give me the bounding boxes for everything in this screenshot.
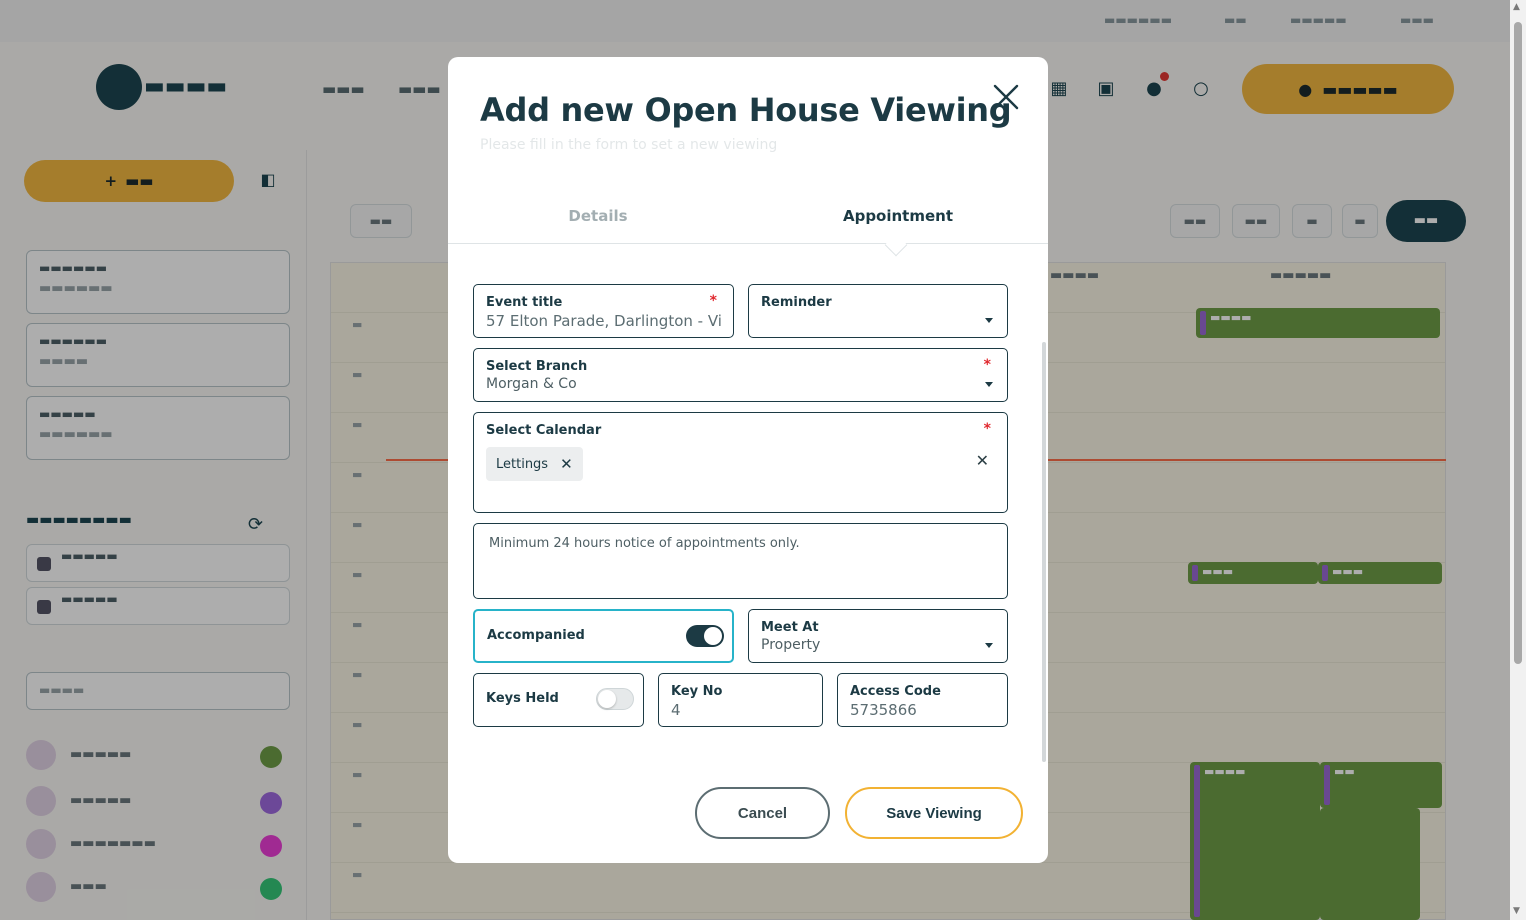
reminder-select[interactable]: Reminder xyxy=(748,284,1008,338)
modal-subtitle: Please fill in the form to set a new vie… xyxy=(480,137,778,153)
branch-select[interactable]: Select Branch * Morgan & Co xyxy=(473,348,1008,402)
reminder-label: Reminder xyxy=(761,295,832,310)
close-button[interactable] xyxy=(990,81,1022,113)
required-marker: * xyxy=(709,293,717,309)
key-no-label: Key No xyxy=(671,684,723,699)
access-code-field[interactable]: Access Code 5735866 xyxy=(837,673,1008,727)
accompanied-toggle[interactable] xyxy=(686,625,724,647)
calendar-label: Select Calendar xyxy=(486,423,602,438)
tab-appointment[interactable]: Appointment xyxy=(748,207,1048,225)
meet-at-select[interactable]: Meet At Property xyxy=(748,609,1008,663)
access-code-label: Access Code xyxy=(850,684,941,699)
required-marker: * xyxy=(983,357,991,373)
access-code-input[interactable]: 5735866 xyxy=(850,701,995,719)
scroll-up-icon[interactable]: ▲ xyxy=(1513,2,1520,12)
modal-title: Add new Open House Viewing xyxy=(480,91,1012,129)
required-marker: * xyxy=(983,421,991,437)
keys-held-toggle[interactable] xyxy=(596,688,634,710)
meet-at-value: Property xyxy=(761,637,821,653)
event-title-input[interactable]: 57 Elton Parade, Darlington - Viewing xyxy=(486,312,721,330)
branch-value: Morgan & Co xyxy=(486,376,577,392)
save-viewing-button[interactable]: Save Viewing xyxy=(845,787,1023,839)
notes-textarea[interactable]: Minimum 24 hours notice of appointments … xyxy=(473,523,1008,599)
tab-details[interactable]: Details xyxy=(448,207,748,225)
key-no-field[interactable]: Key No 4 xyxy=(658,673,823,727)
chevron-down-icon[interactable] xyxy=(985,318,993,323)
meet-at-label: Meet At xyxy=(761,620,819,635)
page-scrollbar-thumb[interactable] xyxy=(1514,22,1522,664)
calendar-select[interactable]: Select Calendar * Lettings ✕ ✕ xyxy=(473,412,1008,513)
event-title-field[interactable]: Event title * 57 Elton Parade, Darlingto… xyxy=(473,284,734,338)
modal-scrollbar[interactable] xyxy=(1042,342,1046,762)
cancel-button[interactable]: Cancel xyxy=(695,787,830,839)
chevron-down-icon[interactable] xyxy=(985,382,993,387)
calendar-chip: Lettings ✕ xyxy=(486,447,583,481)
chip-label: Lettings xyxy=(496,456,549,472)
close-icon[interactable] xyxy=(990,81,1022,113)
remove-chip-icon[interactable]: ✕ xyxy=(560,455,573,473)
branch-label: Select Branch xyxy=(486,359,588,374)
scroll-down-icon[interactable]: ▼ xyxy=(1513,906,1520,916)
chevron-down-icon[interactable] xyxy=(985,643,993,648)
keys-held-field: Keys Held xyxy=(473,673,644,727)
modal-tabs: Details Appointment xyxy=(448,207,1048,244)
event-title-label: Event title xyxy=(486,295,563,310)
page-scrollbar[interactable]: ▲ ▼ xyxy=(1510,0,1526,920)
accompanied-field: Accompanied xyxy=(473,609,734,663)
clear-selection-icon[interactable]: ✕ xyxy=(976,451,989,470)
key-no-input[interactable]: 4 xyxy=(671,701,810,719)
add-viewing-modal: Add new Open House Viewing Please fill i… xyxy=(448,57,1048,863)
